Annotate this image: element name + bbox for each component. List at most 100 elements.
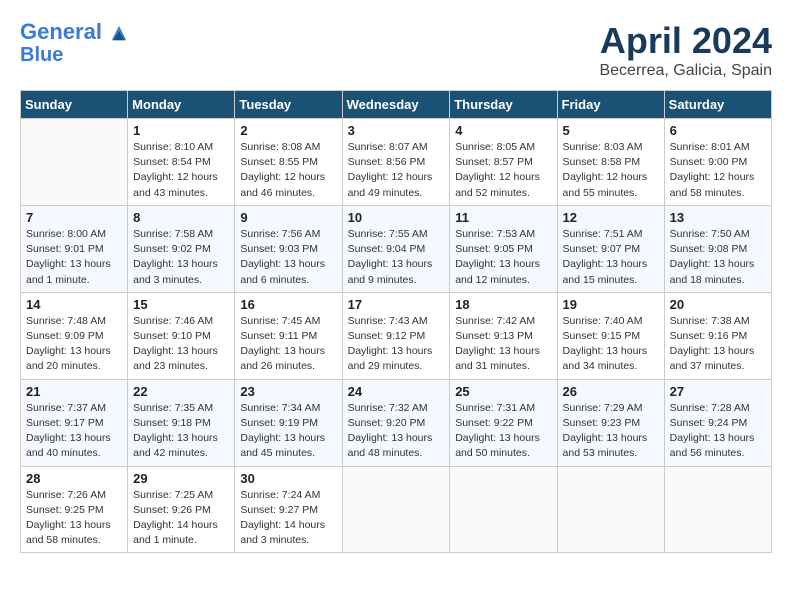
calendar-cell: 14 Sunrise: 7:48 AMSunset: 9:09 PMDayligh… (21, 292, 128, 379)
day-number: 23 (240, 384, 336, 399)
day-info: Sunrise: 7:48 AMSunset: 9:09 PMDaylight:… (26, 314, 122, 375)
day-number: 25 (455, 384, 551, 399)
calendar-cell (342, 466, 450, 553)
day-info: Sunrise: 7:51 AMSunset: 9:07 PMDaylight:… (563, 227, 659, 288)
day-number: 18 (455, 297, 551, 312)
calendar-cell (557, 466, 664, 553)
day-header-friday: Friday (557, 91, 664, 119)
day-number: 6 (670, 123, 766, 138)
day-number: 7 (26, 210, 122, 225)
calendar-cell: 16Sunrise: 7:45 AMSunset: 9:11 PMDayligh… (235, 292, 342, 379)
calendar-cell (21, 119, 128, 206)
day-number: 2 (240, 123, 336, 138)
page-header: General Blue April 2024 Becerrea, Galici… (20, 20, 772, 80)
day-info: Sunrise: 7:29 AMSunset: 9:23 PMDaylight:… (563, 401, 659, 462)
calendar-cell: 26 Sunrise: 7:29 AMSunset: 9:23 PMDayligh… (557, 379, 664, 466)
day-info: Sunrise: 8:01 AMSunset: 9:00 PMDaylight:… (670, 140, 766, 201)
day-header-sunday: Sunday (21, 91, 128, 119)
day-number: 21 (26, 384, 122, 399)
day-info: Sunrise: 7:37 AMSunset: 9:17 PMDaylight:… (26, 401, 122, 462)
calendar-cell: 23 Sunrise: 7:34 AMSunset: 9:19 PMDayligh… (235, 379, 342, 466)
day-number: 27 (670, 384, 766, 399)
day-header-thursday: Thursday (450, 91, 557, 119)
calendar-cell: 9 Sunrise: 7:56 AMSunset: 9:03 PMDaylight… (235, 205, 342, 292)
calendar-cell: 12 Sunrise: 7:51 AMSunset: 9:07 PMDayligh… (557, 205, 664, 292)
day-info: Sunrise: 8:07 AMSunset: 8:56 PMDaylight:… (348, 140, 445, 201)
logo-general: General (20, 19, 102, 44)
day-info: Sunrise: 7:31 AMSunset: 9:22 PMDaylight:… (455, 401, 551, 462)
calendar-header-row: SundayMondayTuesdayWednesdayThursdayFrid… (21, 91, 772, 119)
week-row-1: 1 Sunrise: 8:10 AMSunset: 8:54 PMDaylight… (21, 119, 772, 206)
day-info: Sunrise: 7:25 AMSunset: 9:26 PMDaylight:… (133, 488, 229, 549)
day-header-tuesday: Tuesday (235, 91, 342, 119)
calendar-table: SundayMondayTuesdayWednesdayThursdayFrid… (20, 90, 772, 553)
calendar-cell: 30 Sunrise: 7:24 AMSunset: 9:27 PMDayligh… (235, 466, 342, 553)
day-number: 22 (133, 384, 229, 399)
calendar-cell: 10 Sunrise: 7:55 AMSunset: 9:04 PMDayligh… (342, 205, 450, 292)
calendar-cell (664, 466, 771, 553)
day-number: 19 (563, 297, 659, 312)
day-info: Sunrise: 8:03 AMSunset: 8:58 PMDaylight:… (563, 140, 659, 201)
day-number: 26 (563, 384, 659, 399)
day-number: 29 (133, 471, 229, 486)
day-number: 13 (670, 210, 766, 225)
calendar-cell: 28Sunrise: 7:26 AMSunset: 9:25 PMDayligh… (21, 466, 128, 553)
calendar-cell: 20Sunrise: 7:38 AMSunset: 9:16 PMDayligh… (664, 292, 771, 379)
calendar-cell: 3 Sunrise: 8:07 AMSunset: 8:56 PMDaylight… (342, 119, 450, 206)
day-number: 15 (133, 297, 229, 312)
day-number: 20 (670, 297, 766, 312)
day-number: 9 (240, 210, 336, 225)
day-info: Sunrise: 7:26 AMSunset: 9:25 PMDaylight:… (26, 488, 122, 549)
day-info: Sunrise: 8:08 AMSunset: 8:55 PMDaylight:… (240, 140, 336, 201)
calendar-cell: 22 Sunrise: 7:35 AMSunset: 9:18 PMDayligh… (128, 379, 235, 466)
day-number: 3 (348, 123, 445, 138)
logo: General Blue (20, 20, 128, 66)
day-number: 14 (26, 297, 122, 312)
day-info: Sunrise: 7:56 AMSunset: 9:03 PMDaylight:… (240, 227, 336, 288)
day-number: 1 (133, 123, 229, 138)
day-number: 4 (455, 123, 551, 138)
day-number: 11 (455, 210, 551, 225)
calendar-cell: 2 Sunrise: 8:08 AMSunset: 8:55 PMDaylight… (235, 119, 342, 206)
day-info: Sunrise: 7:40 AMSunset: 9:15 PMDaylight:… (563, 314, 659, 375)
day-info: Sunrise: 7:35 AMSunset: 9:18 PMDaylight:… (133, 401, 229, 462)
calendar-cell: 8 Sunrise: 7:58 AMSunset: 9:02 PMDaylight… (128, 205, 235, 292)
week-row-3: 14 Sunrise: 7:48 AMSunset: 9:09 PMDayligh… (21, 292, 772, 379)
day-info: Sunrise: 8:10 AMSunset: 8:54 PMDaylight:… (133, 140, 229, 201)
calendar-cell: 17Sunrise: 7:43 AMSunset: 9:12 PMDayligh… (342, 292, 450, 379)
day-number: 24 (348, 384, 445, 399)
calendar-body: 1 Sunrise: 8:10 AMSunset: 8:54 PMDaylight… (21, 119, 772, 553)
location: Becerrea, Galicia, Spain (599, 62, 772, 80)
day-number: 8 (133, 210, 229, 225)
day-header-wednesday: Wednesday (342, 91, 450, 119)
title-area: April 2024 Becerrea, Galicia, Spain (599, 20, 772, 80)
week-row-2: 7Sunrise: 8:00 AMSunset: 9:01 PMDaylight… (21, 205, 772, 292)
calendar-cell: 25 Sunrise: 7:31 AMSunset: 9:22 PMDayligh… (450, 379, 557, 466)
calendar-cell: 27 Sunrise: 7:28 AMSunset: 9:24 PMDayligh… (664, 379, 771, 466)
calendar-cell: 7Sunrise: 8:00 AMSunset: 9:01 PMDaylight… (21, 205, 128, 292)
calendar-cell: 5 Sunrise: 8:03 AMSunset: 8:58 PMDaylight… (557, 119, 664, 206)
calendar-cell: 6 Sunrise: 8:01 AMSunset: 9:00 PMDaylight… (664, 119, 771, 206)
logo-icon (110, 24, 128, 42)
day-number: 30 (240, 471, 336, 486)
logo-blue: Blue (20, 44, 128, 66)
day-number: 12 (563, 210, 659, 225)
day-number: 10 (348, 210, 445, 225)
day-info: Sunrise: 7:55 AMSunset: 9:04 PMDaylight:… (348, 227, 445, 288)
day-info: Sunrise: 7:58 AMSunset: 9:02 PMDaylight:… (133, 227, 229, 288)
day-info: Sunrise: 7:28 AMSunset: 9:24 PMDaylight:… (670, 401, 766, 462)
day-info: Sunrise: 7:32 AMSunset: 9:20 PMDaylight:… (348, 401, 445, 462)
calendar-cell: 11 Sunrise: 7:53 AMSunset: 9:05 PMDayligh… (450, 205, 557, 292)
calendar-cell: 21 Sunrise: 7:37 AMSunset: 9:17 PMDayligh… (21, 379, 128, 466)
week-row-4: 21 Sunrise: 7:37 AMSunset: 9:17 PMDayligh… (21, 379, 772, 466)
day-info: Sunrise: 7:46 AMSunset: 9:10 PMDaylight:… (133, 314, 229, 375)
day-header-monday: Monday (128, 91, 235, 119)
week-row-5: 28Sunrise: 7:26 AMSunset: 9:25 PMDayligh… (21, 466, 772, 553)
calendar-cell: 13Sunrise: 7:50 AMSunset: 9:08 PMDayligh… (664, 205, 771, 292)
day-header-saturday: Saturday (664, 91, 771, 119)
calendar-cell: 24 Sunrise: 7:32 AMSunset: 9:20 PMDayligh… (342, 379, 450, 466)
day-number: 5 (563, 123, 659, 138)
day-info: Sunrise: 7:34 AMSunset: 9:19 PMDaylight:… (240, 401, 336, 462)
day-info: Sunrise: 7:53 AMSunset: 9:05 PMDaylight:… (455, 227, 551, 288)
day-info: Sunrise: 7:24 AMSunset: 9:27 PMDaylight:… (240, 488, 336, 549)
